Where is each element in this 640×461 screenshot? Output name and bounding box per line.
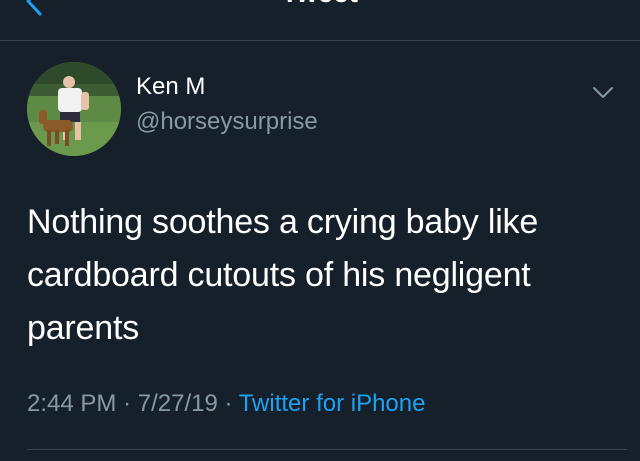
display-name[interactable]: Ken M <box>136 73 205 101</box>
tweet-time: 2:44 PM <box>27 390 117 417</box>
tweet-text: Nothing soothes a crying baby like cardb… <box>27 203 539 347</box>
tweet-date: 7/27/19 <box>137 390 218 417</box>
page-title: Tweet <box>0 0 640 9</box>
divider <box>27 449 627 450</box>
tweet-source-link[interactable]: Twitter for iPhone <box>239 390 426 417</box>
tweet-meta: 2:44 PM · 7/27/19 · Twitter for iPhone <box>27 390 425 418</box>
top-bar: Tweet <box>0 0 640 41</box>
more-options-button[interactable] <box>590 82 616 102</box>
avatar-photo <box>27 62 121 156</box>
meta-separator: · <box>224 390 233 417</box>
user-handle[interactable]: @horseysurprise <box>136 108 318 136</box>
tweet-detail-page: Tweet Ken M @horseysurprise N <box>0 0 640 461</box>
chevron-down-icon <box>593 87 613 98</box>
meta-separator: · <box>123 390 132 417</box>
avatar[interactable] <box>27 62 121 156</box>
